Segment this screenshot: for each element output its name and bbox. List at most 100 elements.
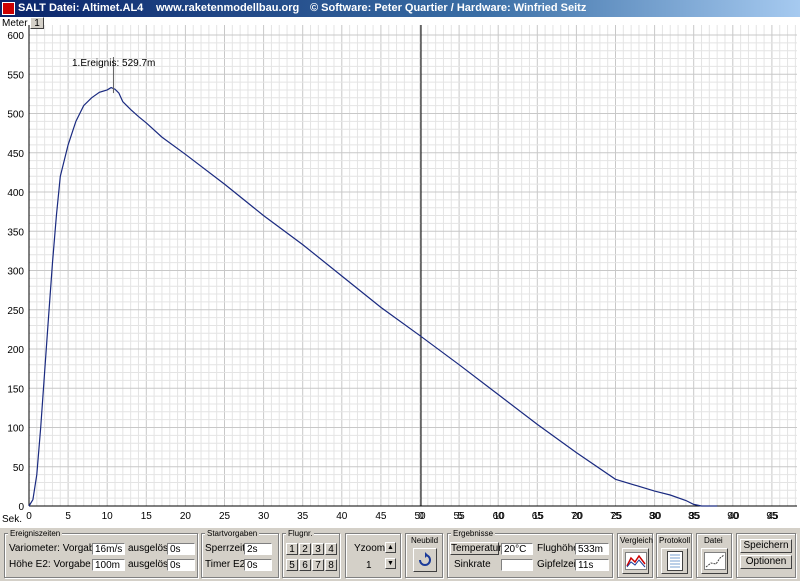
chart-tab-1[interactable]: 1 (30, 17, 44, 29)
save-options-group: Speichern Optionen (736, 533, 796, 578)
y-tick-label: 100 (7, 424, 24, 435)
speichern-button[interactable]: Speichern (740, 539, 792, 553)
yzoom-up-button[interactable]: ▲ (385, 542, 396, 553)
flugnr-group: Flugnr. 1 2 3 4 5 6 7 8 (282, 529, 340, 578)
variometer-label: Variometer: Vorgabe (9, 543, 100, 554)
flug-3-button[interactable]: 3 (312, 543, 324, 555)
y-tick-label: 500 (7, 110, 24, 121)
temperatur-button[interactable]: Temperatur (450, 542, 502, 555)
gipfelzeit-field[interactable]: 11s (575, 559, 609, 571)
neubild-button[interactable] (413, 548, 437, 572)
flughoehe-label: Flughöhe (537, 543, 579, 554)
chart-grid (28, 25, 797, 507)
variometer-ausgeloest-field[interactable]: 0s (167, 543, 195, 555)
x-tick-label: 0 (418, 511, 424, 522)
variometer-field[interactable]: 16m/s (92, 543, 125, 555)
y-tick-label: 200 (7, 345, 24, 356)
event-annotation: 1.Ereignis: 529.7m (72, 58, 156, 69)
yzoom-down-button[interactable]: ▼ (385, 558, 396, 569)
x-tick-label: 30 (650, 511, 662, 522)
flug-4-button[interactable]: 4 (325, 543, 337, 555)
flug-2-button[interactable]: 2 (299, 543, 311, 555)
hoehe-ausgeloest-label: ausgelöst (128, 559, 171, 570)
x-tick-label: 40 (336, 511, 348, 522)
flughoehe-field[interactable]: 533m (575, 543, 609, 555)
protokoll-button[interactable] (661, 548, 688, 574)
y-tick-label: 600 (7, 31, 24, 42)
flug-6-button[interactable]: 6 (299, 559, 311, 571)
x-tick-label: 10 (102, 511, 114, 522)
vergleich-group: Vergleich (617, 533, 653, 578)
y-tick-label: 550 (7, 70, 24, 81)
y-tick-label: 0 (18, 502, 24, 513)
altitude-plot: 0 50 100 150 200 250 300 350 400 450 500 550 600 0 5 10… (0, 17, 800, 528)
protokoll-group: Protokoll (656, 533, 692, 578)
yzoom-group: Yzoom ▲ 1 ▼ (345, 533, 401, 578)
x-tick-label: 10 (494, 511, 506, 522)
datei-label: Datei (704, 536, 723, 545)
optionen-button[interactable]: Optionen (740, 555, 792, 569)
x-unit-label: Sek. (2, 514, 23, 525)
flug-8-button[interactable]: 8 (325, 559, 337, 571)
x-tick-label: 20 (180, 511, 192, 522)
title-bar[interactable]: SALT Datei: Altimet.AL4 www.raketenmodel… (0, 0, 800, 17)
neubild-label: Neubild (411, 536, 439, 545)
flugnr-title: Flugnr. (286, 529, 315, 538)
window-title: SALT Datei: Altimet.AL4 (18, 2, 144, 14)
gipfelzeit-label: Gipfelzeit (537, 559, 579, 570)
x-tick-label: 30 (258, 511, 270, 522)
flug-7-button[interactable]: 7 (312, 559, 324, 571)
flug-1-button[interactable]: 1 (286, 543, 298, 555)
altitude-chart: 0501001502002503003504004505005506000 5 10… (7, 25, 797, 522)
y-tick-label: 300 (7, 267, 24, 278)
startvorgaben-title: Startvorgaben (205, 529, 260, 538)
y-tick-label: 350 (7, 227, 24, 238)
y-unit-label: Meter (2, 18, 28, 29)
x-tick-label: 15 (533, 511, 545, 522)
x-tick-label: 5 (65, 511, 71, 522)
sinkrate-label: Sinkrate (454, 559, 491, 570)
protokoll-label: Protokoll (659, 536, 691, 545)
neubild-group: Neubild (405, 533, 443, 578)
y-tick-label: 250 (7, 306, 24, 317)
vergleich-button[interactable] (622, 548, 649, 574)
datei-group: Datei (696, 533, 732, 578)
x-tick-label: 25 (219, 511, 231, 522)
x-tick-label: 45 (375, 511, 387, 522)
refresh-icon (419, 552, 431, 566)
ereigniszeiten-title: Ereigniszeiten (8, 529, 63, 538)
hoehe-e2-field[interactable]: 100m (92, 559, 125, 571)
x-tick-label: 40 (728, 511, 740, 522)
website-label: www.raketenmodellbau.org (156, 2, 300, 14)
x-tick-label: 5 (457, 511, 463, 522)
yzoom-label: Yzoom (354, 543, 386, 554)
flug-5-button[interactable]: 5 (286, 559, 298, 571)
chart-axes (28, 25, 797, 507)
y-tick-label: 400 (7, 188, 24, 199)
x-tick-label: 45 (767, 511, 779, 522)
ergebnisse-group: Ergebnisse Temperatur 20°C Sinkrate Flug… (447, 529, 613, 578)
sinkrate-field[interactable] (501, 559, 533, 571)
timer-e2-field[interactable]: 0s (244, 559, 272, 571)
y-tick-label: 150 (7, 384, 24, 395)
variometer-ausgeloest-label: ausgelöst (128, 543, 171, 554)
temperatur-field[interactable]: 20°C (501, 543, 533, 555)
sperrzeit-field[interactable]: 2s (244, 543, 272, 555)
file-chart-icon (703, 552, 726, 570)
hoehe-ausgeloest-field[interactable]: 0s (167, 559, 195, 571)
sperrzeit-label: Sperrzeit (205, 543, 246, 554)
control-panel: Ereigniszeiten Variometer: Vorgabe 16m/s… (0, 528, 800, 581)
x-tick-label: 35 (689, 511, 701, 522)
y-tick-label: 50 (13, 463, 25, 474)
hoehe-e2-label: Höhe E2: Vorgabe (9, 559, 91, 570)
vergleich-label: Vergleich (620, 536, 653, 545)
x-tick-label: 0 (26, 511, 32, 522)
compare-chart-icon (624, 552, 647, 570)
x-tick-label: 15 (141, 511, 153, 522)
datei-button[interactable] (701, 548, 728, 574)
timer-e2-label: Timer E2 (205, 559, 246, 570)
credits-label: © Software: Peter Quartier / Hardware: W… (310, 2, 587, 14)
x-tick-label: 35 (297, 511, 309, 522)
startvorgaben-group: Startvorgaben Sperrzeit 2s Timer E2 0s (201, 529, 279, 578)
yzoom-value: 1 (366, 560, 372, 571)
